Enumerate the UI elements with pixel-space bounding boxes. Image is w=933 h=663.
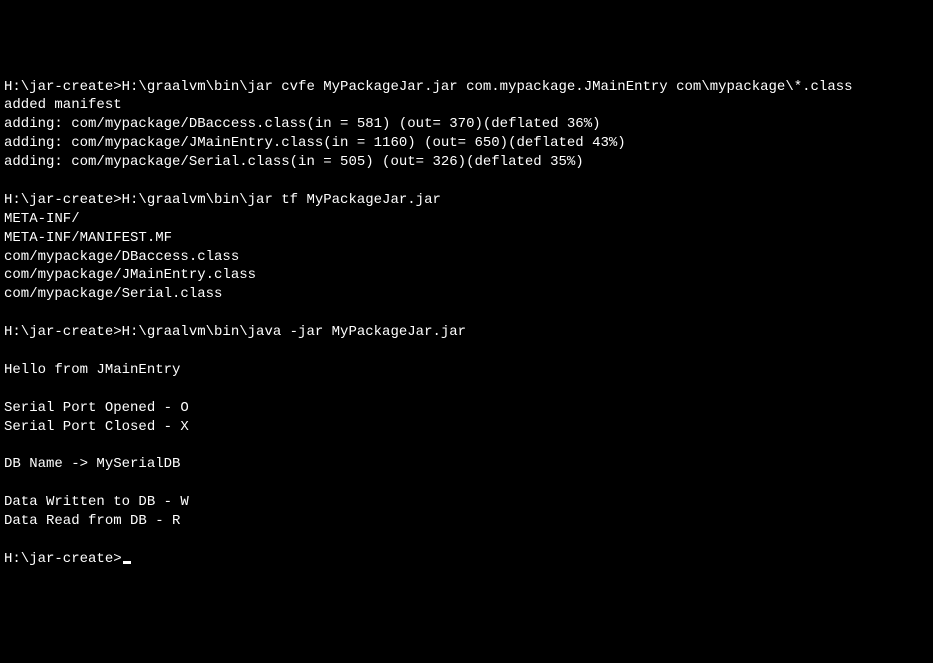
terminal-line: adding: com/mypackage/Serial.class(in = … xyxy=(4,153,933,172)
terminal-line: Hello from JMainEntry xyxy=(4,361,933,380)
terminal-line: META-INF/ xyxy=(4,210,933,229)
terminal-line: DB Name -> MySerialDB xyxy=(4,455,933,474)
terminal-line xyxy=(4,380,933,399)
terminal-line: META-INF/MANIFEST.MF xyxy=(4,229,933,248)
terminal-line: com/mypackage/JMainEntry.class xyxy=(4,266,933,285)
terminal-line: com/mypackage/Serial.class xyxy=(4,285,933,304)
terminal-line: H:\jar-create>H:\graalvm\bin\jar tf MyPa… xyxy=(4,191,933,210)
terminal-line: H:\jar-create> xyxy=(4,550,933,569)
terminal-line: H:\jar-create>H:\graalvm\bin\java -jar M… xyxy=(4,323,933,342)
terminal-line: com/mypackage/DBaccess.class xyxy=(4,248,933,267)
terminal-line: adding: com/mypackage/JMainEntry.class(i… xyxy=(4,134,933,153)
cursor xyxy=(123,561,131,564)
terminal-line xyxy=(4,474,933,493)
terminal-line xyxy=(4,342,933,361)
terminal-line: adding: com/mypackage/DBaccess.class(in … xyxy=(4,115,933,134)
terminal-line: Data Written to DB - W xyxy=(4,493,933,512)
terminal-line xyxy=(4,172,933,191)
terminal-line: added manifest xyxy=(4,96,933,115)
terminal-line xyxy=(4,436,933,455)
terminal-line xyxy=(4,304,933,323)
terminal-line: Data Read from DB - R xyxy=(4,512,933,531)
terminal-output[interactable]: H:\jar-create>H:\graalvm\bin\jar cvfe My… xyxy=(4,78,933,569)
terminal-line: Serial Port Closed - X xyxy=(4,418,933,437)
terminal-line: H:\jar-create>H:\graalvm\bin\jar cvfe My… xyxy=(4,78,933,97)
terminal-line: Serial Port Opened - O xyxy=(4,399,933,418)
